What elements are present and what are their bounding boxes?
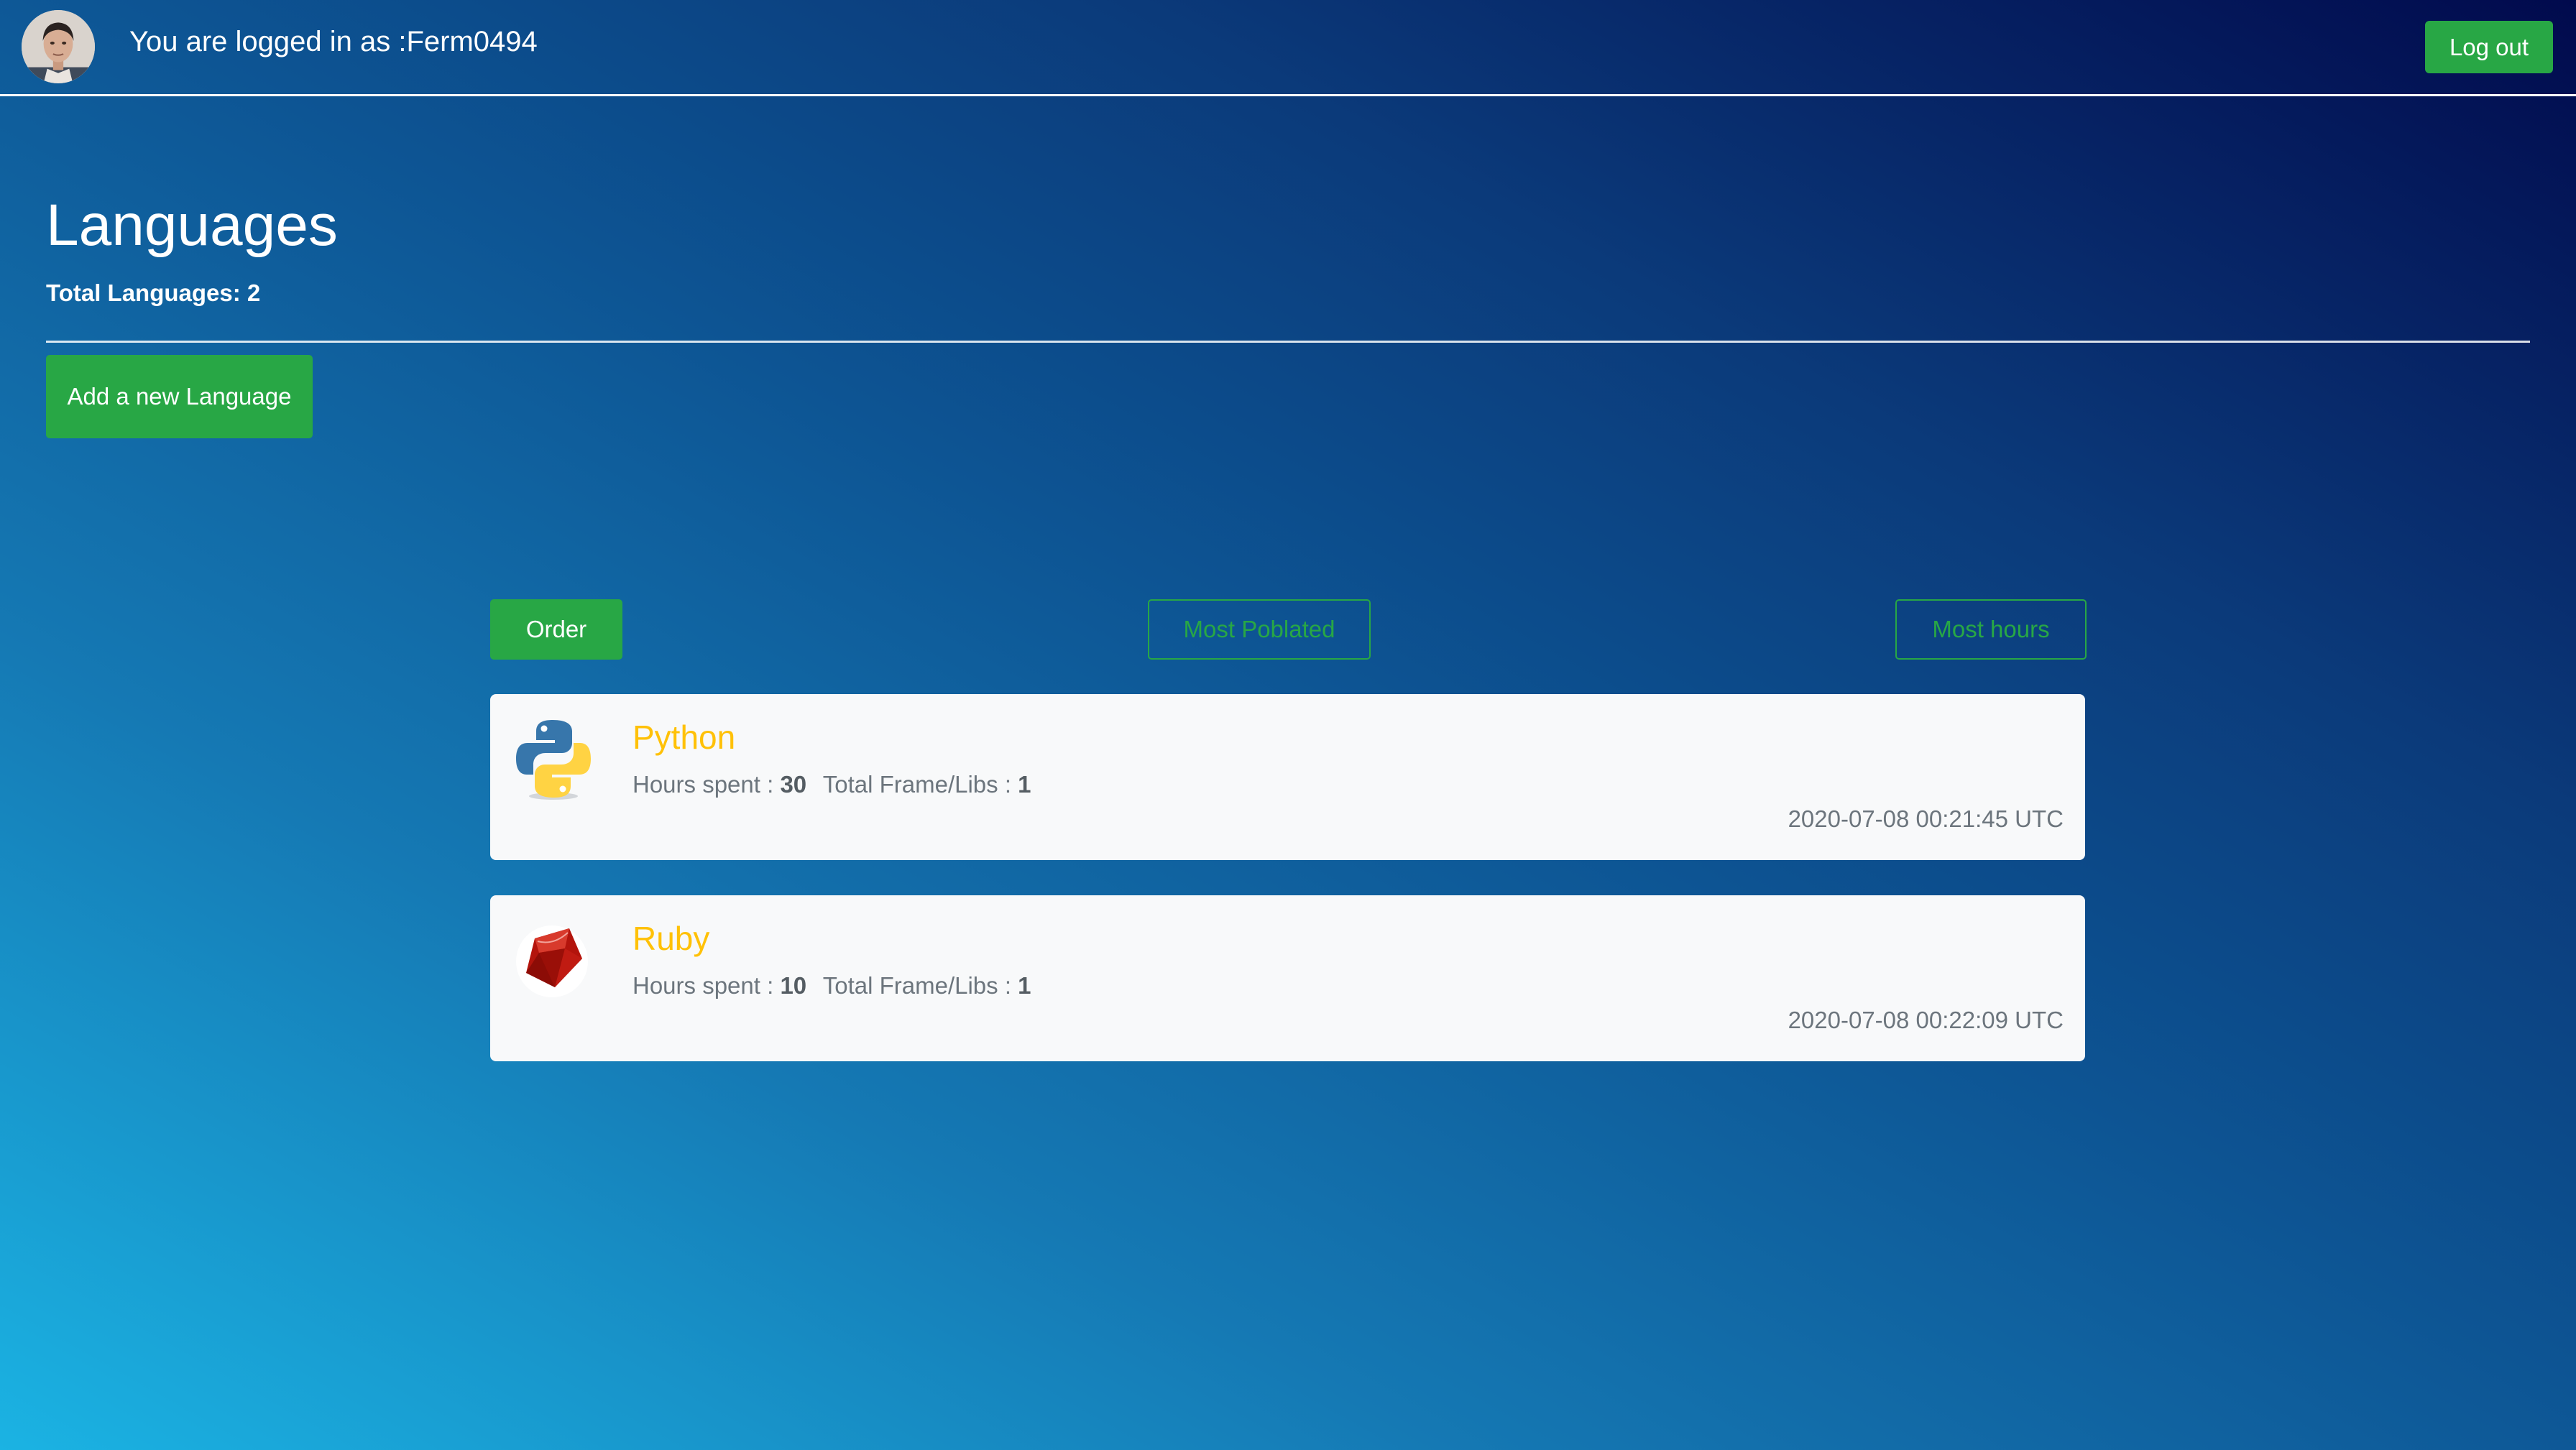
language-card-ruby[interactable]: Ruby Hours spent : 10 Total Frame/Libs :…	[490, 895, 2085, 1061]
logged-in-as-text: You are logged in as :Ferm0494	[129, 26, 538, 57]
language-stats: Hours spent : 10 Total Frame/Libs : 1	[632, 971, 1031, 1000]
language-name[interactable]: Ruby	[632, 918, 709, 959]
most-populated-button[interactable]: Most Poblated	[1148, 599, 1371, 660]
total-languages-count: Total Languages: 2	[46, 280, 261, 306]
avatar-portrait-icon	[22, 10, 95, 83]
hours-value: 10	[780, 972, 807, 999]
ruby-logo-icon	[513, 917, 594, 1003]
libs-value: 1	[1018, 972, 1031, 999]
user-avatar[interactable]	[22, 10, 95, 83]
hours-label: Hours spent :	[632, 771, 774, 798]
language-stats: Hours spent : 30 Total Frame/Libs : 1	[632, 770, 1031, 799]
page-title: Languages	[46, 193, 338, 258]
language-name[interactable]: Python	[632, 717, 735, 757]
logout-button[interactable]: Log out	[2425, 21, 2553, 73]
libs-label: Total Frame/Libs :	[822, 771, 1011, 798]
add-language-button[interactable]: Add a new Language	[46, 355, 313, 438]
section-divider	[46, 341, 2530, 343]
python-logo-icon	[513, 716, 594, 802]
libs-label: Total Frame/Libs :	[822, 972, 1011, 999]
most-hours-button[interactable]: Most hours	[1895, 599, 2087, 660]
hours-value: 30	[780, 771, 807, 798]
top-navbar: You are logged in as :Ferm0494 Log out	[0, 0, 2576, 96]
created-date: 2020-07-08 00:22:09 UTC	[1788, 1007, 2064, 1033]
libs-value: 1	[1018, 771, 1031, 798]
language-card-python[interactable]: Python Hours spent : 30 Total Frame/Libs…	[490, 694, 2085, 860]
hours-label: Hours spent :	[632, 972, 774, 999]
created-date: 2020-07-08 00:21:45 UTC	[1788, 805, 2064, 832]
order-button[interactable]: Order	[490, 599, 622, 660]
